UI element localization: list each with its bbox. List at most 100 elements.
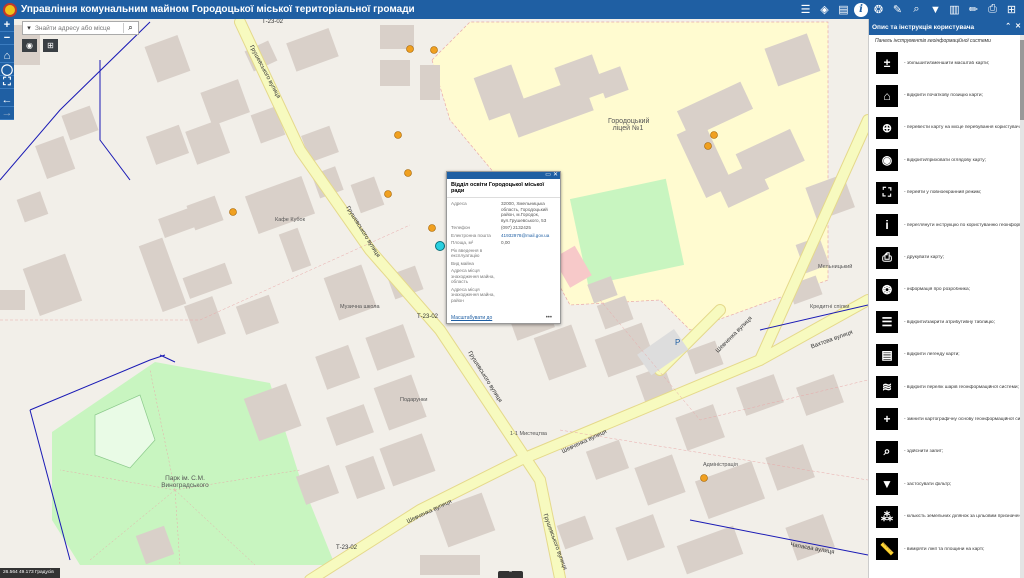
attribute-table-icon[interactable]: ☰ — [797, 1, 814, 18]
home-button[interactable]: ⌂ — [0, 50, 14, 63]
panel-tool-description: - інформація про розробника; — [904, 287, 970, 293]
panel-tool-item: ▼ - застосувати фільтр; — [869, 468, 1024, 500]
coordinates-readout: 26.564 49.173 Градусів — [0, 568, 60, 578]
print-icon[interactable]: ⎙ — [984, 1, 1001, 18]
scrollbar-thumb[interactable] — [1020, 40, 1024, 120]
measure-icon[interactable]: ✎ — [889, 1, 906, 18]
close-icon[interactable]: ✕ — [1015, 22, 1021, 30]
label-road-t2302-north: Т-23-02 — [262, 19, 284, 25]
attr-value: 32000, Хмельницька область, Городоцький … — [501, 201, 548, 223]
label-road-t2302-south: Т-23-02 — [336, 545, 358, 551]
locate-button[interactable]: ◯ — [0, 63, 14, 76]
panel-tool-list: ± - збільшити/зменшити масштаб карти; ⌂ - в… — [869, 47, 1024, 565]
panel-tool-description: - відкрити/приховати оглядову карту; — [904, 157, 986, 163]
draw-icon[interactable]: ✏ — [965, 1, 982, 18]
label-credit-union: Кредитні спілки — [810, 304, 850, 310]
label-art-shop: 1-1 Мистецтва — [510, 431, 547, 437]
panel-tool-item: ⌕ - здійснити запит; — [869, 436, 1024, 468]
table-row: Адреса місця знаходження майна, район — [451, 286, 559, 305]
about-icon: ❂ — [876, 278, 898, 301]
eye-icon: ◉ — [876, 149, 898, 172]
table-row: Адреса 32000, Хмельницька область, Городо… — [451, 200, 559, 224]
label-road-t2302-mid: Т-23-02 — [417, 314, 439, 320]
label-univer: Мельницький — [818, 264, 853, 270]
close-icon[interactable]: ✕ — [553, 172, 558, 179]
panel-tool-item: ❂ - інформація про розробника; — [869, 274, 1024, 306]
panel-tool-description: - відкрити/закрити атрибутивну таблицю; — [904, 319, 995, 325]
app-root: Управління комунальним майном Городоцько… — [0, 0, 1024, 578]
panel-tool-description: - перевести карту на місце перебування к… — [904, 125, 1022, 131]
panel-tool-item: 📏 - виміряти лінії та площини на карті; — [869, 533, 1024, 565]
address-search: ▾ ⌕ — [22, 21, 139, 35]
query-icon[interactable]: ⌕ — [908, 1, 925, 18]
attr-value[interactable]: 41932978@mail.gov.ua — [501, 232, 559, 240]
header-toolbar: ☰ ◈ ▤ i ❂ ✎ ⌕ ▼ ▥ ✏ ⎙ ⊞ — [797, 0, 1020, 19]
zoom-out-button[interactable]: − — [0, 32, 14, 45]
label-music-school: Музична школа — [340, 304, 380, 310]
info-icon: i — [876, 214, 898, 237]
label-park: Парк ім. С.М. Виноградського — [161, 475, 209, 489]
panel-tool-description: - збільшити/зменшити масштаб карти; — [904, 60, 990, 66]
print-icon: ⎙ — [876, 246, 898, 269]
app-header: Управління комунальним майном Городоцько… — [0, 0, 1024, 19]
panel-tool-description: - відкрити перелік шарів геоінформаційно… — [904, 384, 1019, 390]
panel-subtitle: Панель інструментів геоінформаційної сис… — [875, 38, 991, 44]
panel-tool-description: - відкрити початкову позицію карти; — [904, 93, 983, 99]
maximize-icon[interactable]: ▭ — [545, 172, 551, 179]
more-actions-button[interactable]: ••• — [546, 315, 552, 321]
attr-value — [501, 247, 559, 260]
feature-popup: ▭ ✕ Відділ освіти Городоцької міської ра… — [446, 171, 561, 324]
attribute-table-toggle[interactable]: ⌃ — [498, 571, 523, 578]
panel-tool-item: ⁂ - кількість земельних ділянок за цільов… — [869, 500, 1024, 532]
selected-feature-marker[interactable] — [435, 241, 445, 251]
basemap-icon[interactable]: ⊞ — [1003, 1, 1020, 18]
attr-key: Рік введення в експлуатацію — [451, 247, 483, 259]
panel-tool-description: - переглянути інструкцію по користуванню… — [904, 222, 1022, 228]
panel-tool-description: - кількість земельних ділянок за цільови… — [904, 514, 1022, 520]
query-icon: ⌕ — [876, 440, 898, 463]
panel-header: Опис та інструкція користувача ⌃ ✕ — [869, 19, 1024, 35]
search-source-dropdown[interactable]: ▾ — [23, 24, 35, 32]
panel-tool-item: ⊕ - перевести карту на місце перебування … — [869, 112, 1024, 144]
eye-icon[interactable]: ◉ — [22, 39, 37, 52]
info-icon[interactable]: i — [854, 2, 868, 17]
filter-icon[interactable]: ▼ — [927, 1, 944, 18]
about-icon[interactable]: ❂ — [870, 1, 887, 18]
attr-value: 0,00 — [501, 240, 510, 245]
measure-icon: 📏 — [876, 538, 898, 561]
zoom-in-button[interactable]: + — [0, 19, 14, 32]
attr-key: Адреса місця знаходження майна, район — [451, 286, 495, 303]
panel-tool-item: ⛶ - перейти у повноекранний режим; — [869, 177, 1024, 209]
panel-tool-item: ◉ - відкрити/приховати оглядову карту; — [869, 144, 1024, 176]
panel-tool-item: ≋ - відкрити перелік шарів геоінформаційн… — [869, 371, 1024, 403]
attr-key: Електронна пошта — [451, 232, 491, 238]
table-row: Електронна пошта 41932978@mail.gov.ua — [451, 232, 559, 240]
zoom-to-link[interactable]: Масштабувати до — [451, 315, 492, 321]
map-view[interactable]: P Городоцький ліцей №1 Парк ім. С.М. Вин… — [0, 19, 868, 578]
layers-icon[interactable]: ◈ — [816, 1, 833, 18]
forward-button[interactable]: → — [0, 107, 14, 120]
panel-tool-description: - виміряти лінії та площини на карті; — [904, 546, 985, 552]
label-lyceum: Городоцький ліцей №1 — [608, 118, 650, 132]
table-row: Адреса місця знаходження майна, область — [451, 267, 559, 286]
locate-icon: ⊕ — [876, 116, 898, 139]
panel-tool-description: - здійснити запит; — [904, 449, 944, 455]
layers-icon: ≋ — [876, 376, 898, 399]
collapse-icon[interactable]: ⌃ — [1005, 22, 1011, 30]
chart-icon[interactable]: ▥ — [946, 1, 963, 18]
attr-key: Телефон — [451, 225, 471, 230]
fullscreen-button[interactable]: ⛶ — [0, 76, 14, 89]
basemap-gallery-button[interactable]: ⊞ — [43, 39, 58, 52]
panel-scrollbar[interactable] — [1020, 35, 1024, 578]
panel-tool-item: ⌂ - відкрити початкову позицію карти; — [869, 79, 1024, 111]
panel-tool-item: ☰ - відкрити/закрити атрибутивну таблицю; — [869, 306, 1024, 338]
legend-icon: ▤ — [876, 343, 898, 366]
search-input[interactable] — [35, 24, 123, 32]
panel-tool-description: - застосувати фільтр; — [904, 481, 952, 487]
panel-tool-item: ▤ - відкрити легенду карти; — [869, 339, 1024, 371]
home-icon: ⌂ — [876, 84, 898, 107]
attr-key: Вид майна — [451, 260, 474, 266]
search-icon[interactable]: ⌕ — [123, 23, 137, 33]
legend-icon[interactable]: ▤ — [835, 1, 852, 18]
back-button[interactable]: ← — [0, 94, 14, 107]
